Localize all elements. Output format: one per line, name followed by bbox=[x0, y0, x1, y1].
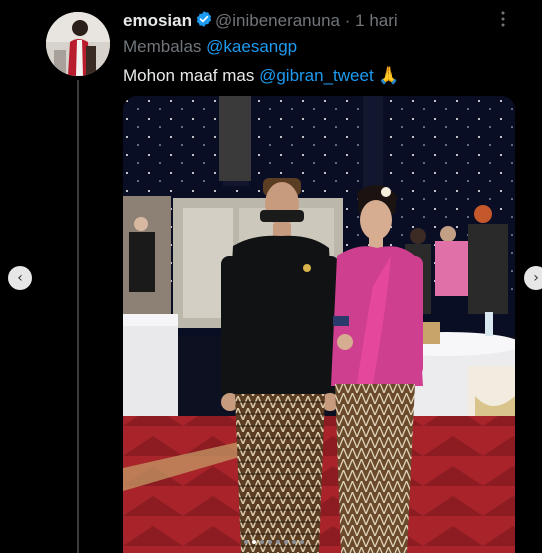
page-dot[interactable] bbox=[284, 540, 288, 544]
replying-mention-link[interactable]: @kaesangp bbox=[206, 37, 297, 56]
replying-prefix: Membalas bbox=[123, 37, 202, 56]
separator-dot: · bbox=[344, 11, 351, 30]
chevron-right-icon: › bbox=[533, 270, 539, 286]
carousel-next-button[interactable]: › bbox=[524, 266, 542, 290]
replying-to: Membalas @kaesangp bbox=[123, 37, 297, 57]
more-vertical-icon[interactable] bbox=[500, 10, 506, 31]
folded-hands-emoji: 🙏 bbox=[378, 66, 400, 85]
tweet-media-photo[interactable] bbox=[123, 96, 515, 553]
page-dot[interactable] bbox=[268, 540, 272, 544]
carousel-prev-button[interactable]: ‹ bbox=[8, 266, 32, 290]
page-dot[interactable] bbox=[300, 540, 304, 544]
tweet-mention-link[interactable]: @gibran_tweet bbox=[259, 66, 374, 85]
tweet-text-body: Mohon maaf mas bbox=[123, 66, 255, 85]
avatar-image bbox=[46, 12, 110, 76]
tweet-text: Mohon maaf mas @gibran_tweet 🙏 bbox=[123, 66, 400, 86]
tweet-header: emosian @inibeneranuna · 1 hari bbox=[123, 10, 398, 33]
display-name[interactable]: emosian bbox=[123, 11, 192, 30]
avatar[interactable] bbox=[46, 12, 110, 76]
page-dot[interactable] bbox=[244, 540, 248, 544]
chevron-left-icon: ‹ bbox=[17, 270, 23, 286]
page-dot[interactable] bbox=[260, 540, 264, 544]
carousel-page-indicator bbox=[244, 540, 304, 544]
user-handle[interactable]: @inibeneranuna bbox=[215, 11, 340, 30]
timestamp[interactable]: 1 hari bbox=[355, 11, 398, 30]
photo-scene bbox=[123, 96, 515, 553]
page-dot-active[interactable] bbox=[252, 540, 256, 544]
verified-badge-icon bbox=[195, 10, 213, 33]
page-dot[interactable] bbox=[276, 540, 280, 544]
page-dot[interactable] bbox=[292, 540, 296, 544]
thread-line bbox=[77, 80, 79, 553]
